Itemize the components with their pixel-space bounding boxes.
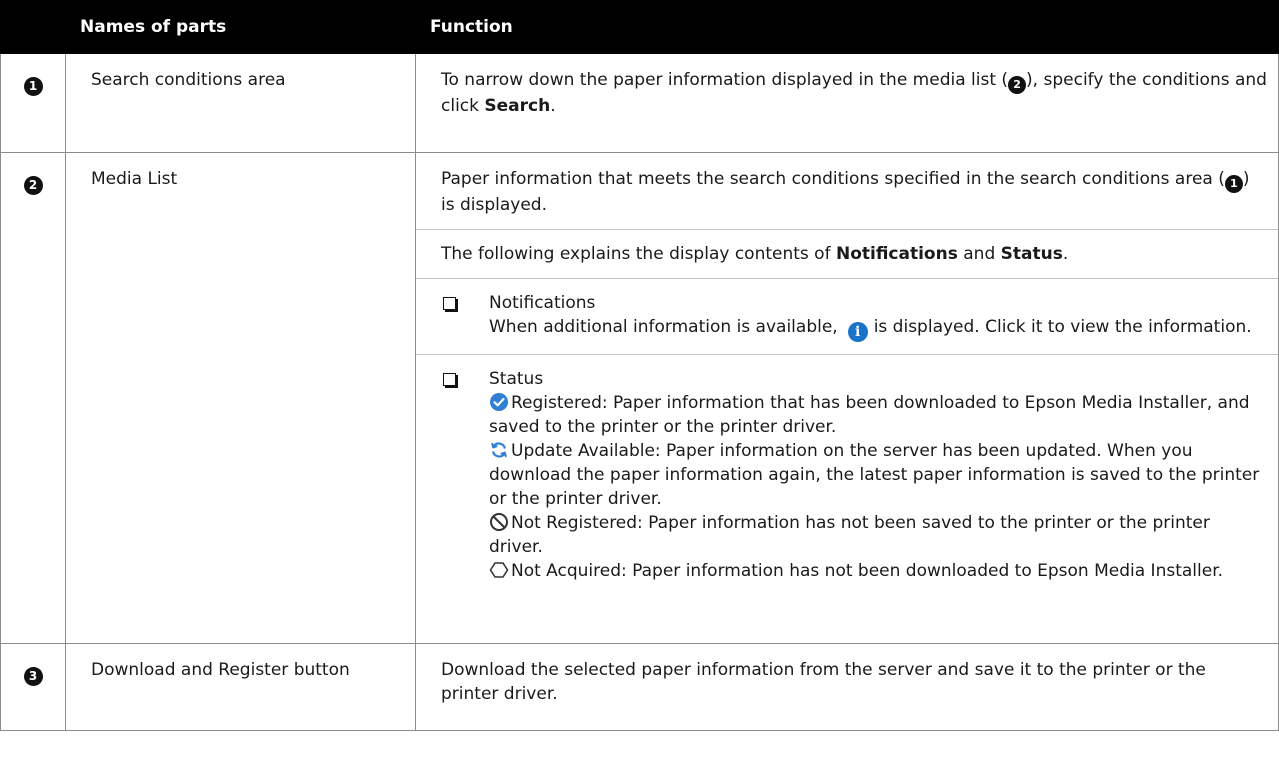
status-text: Registered: Paper information that has b… [489,393,1250,437]
registered-icon [490,393,508,411]
row-number: 3 [0,643,66,731]
status-term: Status [1000,244,1063,264]
part-function: Download the selected paper information … [415,643,1279,731]
status-text: Update Available: Paper information on t… [489,441,1260,509]
table-row: 3 Download and Register button Download … [0,643,1279,731]
divider [416,354,1278,355]
notifications-text: When additional information is available… [489,317,838,337]
part-name: Search conditions area [65,53,416,153]
status-registered: Registered: Paper information that has b… [489,391,1268,439]
notifications-term: Notifications [835,244,958,264]
status-text: Not Registered: Paper information has no… [489,513,1210,557]
update-available-icon [491,442,507,458]
divider [416,229,1278,230]
function-text: . [1062,244,1069,264]
number-badge: 2 [1008,76,1027,94]
checkbox-bullet-icon [441,291,467,342]
divider [416,278,1278,279]
status-not-acquired: Not Acquired: Paper information has not … [489,559,1268,583]
notifications-title: Notifications [489,293,596,313]
checkbox-bullet-icon [441,367,467,583]
number-badge: 3 [23,667,43,686]
number-badge: 1 [23,77,43,96]
table-header: Names of parts Function [0,0,1279,54]
not-acquired-icon [489,562,509,578]
part-name: Download and Register button [65,643,416,731]
part-function: Paper information that meets the search … [415,152,1279,644]
row-number: 1 [0,53,66,153]
notifications-text: is displayed. Click it to view the infor… [873,317,1252,337]
part-function: To narrow down the paper information dis… [415,53,1279,153]
function-text: . [550,96,556,116]
notifications-item: Notifications When additional informatio… [441,291,1268,342]
function-text: The following explains the display conte… [441,244,836,264]
function-text: To narrow down the paper information dis… [441,70,1009,90]
status-item: Status Registered: Paper information tha… [441,367,1268,583]
status-update-available: Update Available: Paper information on t… [489,439,1268,511]
number-badge: 2 [23,176,43,195]
table-row: 1 Search conditions area To narrow down … [0,53,1279,153]
status-not-registered: Not Registered: Paper information has no… [489,511,1268,559]
part-name: Media List [65,152,416,644]
status-title: Status [489,369,544,389]
row-number: 2 [0,152,66,644]
parts-table: Names of parts Function 1 Search conditi… [0,0,1279,731]
header-function: Function [415,0,1279,54]
header-number-col [0,0,66,54]
function-text: and [957,244,1001,264]
not-registered-icon [490,513,508,531]
table-row: 2 Media List Paper information that meet… [0,152,1279,644]
function-text: Paper information that meets the search … [441,169,1225,189]
search-term: Search [484,96,551,116]
status-text: Not Acquired: Paper information has not … [511,561,1224,581]
header-names-of-parts: Names of parts [65,0,416,54]
info-icon: i [847,322,868,342]
number-badge: 1 [1224,175,1243,193]
